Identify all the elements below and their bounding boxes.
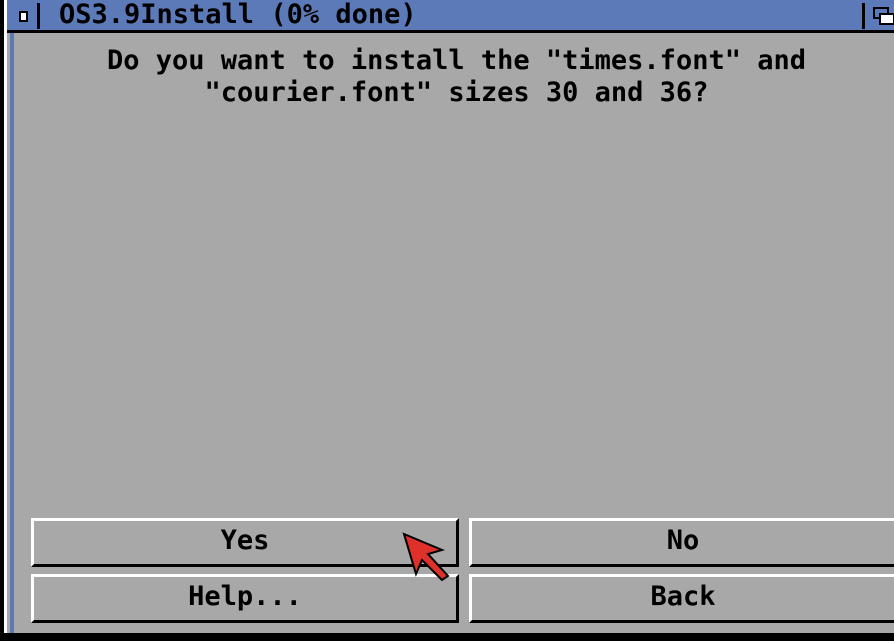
depth-gadget-icon[interactable]: [862, 3, 894, 29]
close-gadget-glyph: [19, 11, 28, 22]
dialog-content: Do you want to install the "times.font" …: [19, 33, 894, 633]
question-line-2: "courier.font" sizes 30 and 36?: [204, 77, 709, 108]
window-left-border: [10, 33, 14, 633]
title-bar[interactable]: OS3.9Install (0% done): [7, 0, 894, 33]
question-line-1: Do you want to install the "times.font" …: [107, 45, 806, 76]
depth-front-square: [879, 13, 894, 25]
help-button[interactable]: Help...: [31, 574, 459, 623]
window-bottom-border: [0, 633, 894, 637]
back-button[interactable]: Back: [469, 574, 894, 623]
close-gadget-icon[interactable]: [10, 3, 40, 29]
no-button[interactable]: No: [469, 518, 894, 567]
mouse-pointer-icon: [402, 532, 450, 582]
screen: OS3.9Install (0% done) Do you want to in…: [0, 0, 894, 641]
yes-button[interactable]: Yes: [31, 518, 459, 567]
window-title: OS3.9Install (0% done): [59, 0, 417, 30]
install-question: Do you want to install the "times.font" …: [19, 45, 894, 109]
